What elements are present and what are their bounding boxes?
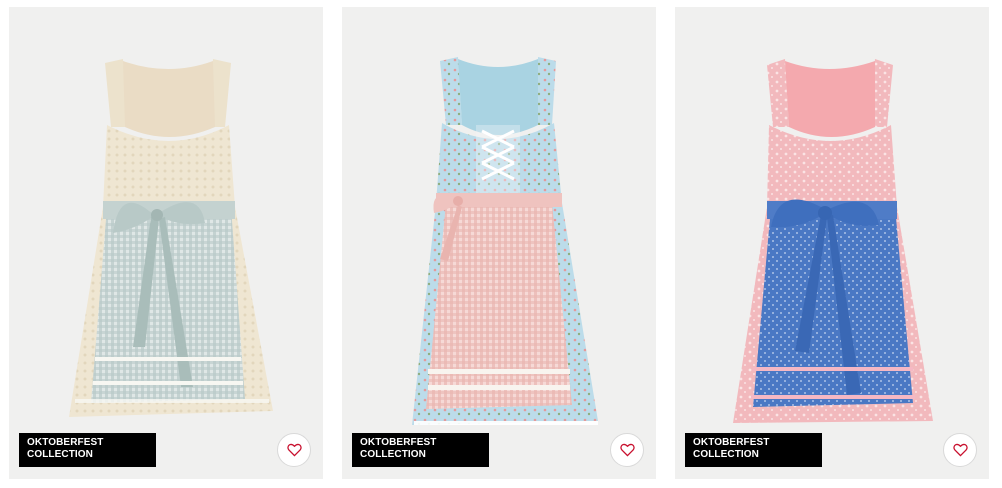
product-card[interactable]: OKTOBERFEST COLLECTION	[675, 7, 989, 479]
collection-badge: OKTOBERFEST COLLECTION	[352, 433, 489, 467]
favorite-button[interactable]	[943, 433, 977, 467]
product-card[interactable]: OKTOBERFEST COLLECTION	[342, 7, 656, 479]
heart-icon	[619, 443, 635, 457]
product-card[interactable]: OKTOBERFEST COLLECTION	[9, 7, 323, 479]
product-grid: OKTOBERFEST COLLECTION OKTOBERFEST COLLE…	[0, 0, 1002, 488]
heart-icon	[286, 443, 302, 457]
heart-icon	[952, 443, 968, 457]
product-image[interactable]	[9, 7, 323, 479]
favorite-button[interactable]	[277, 433, 311, 467]
favorite-button[interactable]	[610, 433, 644, 467]
product-image[interactable]	[342, 7, 656, 479]
product-image[interactable]	[675, 7, 989, 479]
collection-badge: OKTOBERFEST COLLECTION	[685, 433, 822, 467]
collection-badge: OKTOBERFEST COLLECTION	[19, 433, 156, 467]
